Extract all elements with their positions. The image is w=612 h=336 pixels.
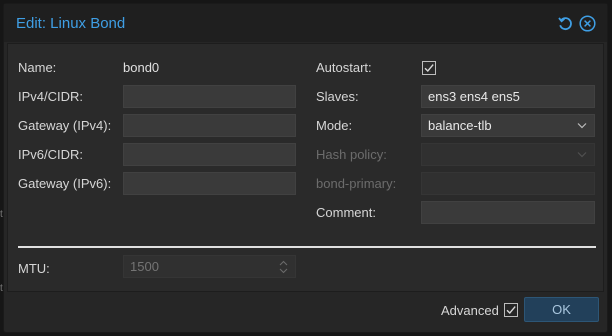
name-value: bond0 — [123, 60, 160, 75]
edit-linux-bond-dialog: Edit: Linux Bond Name: bond0 IPv4/CIDR: … — [3, 3, 608, 333]
slaves-input[interactable]: ens3 ens4 ens5 — [421, 85, 595, 108]
autostart-label: Autostart: — [316, 60, 372, 75]
dialog-titlebar: Edit: Linux Bond — [4, 4, 607, 42]
comment-input[interactable] — [421, 201, 595, 224]
name-label: Name: — [18, 60, 57, 75]
advanced-divider — [18, 246, 596, 248]
dialog-body: Name: bond0 IPv4/CIDR: Gateway (IPv4): I… — [7, 43, 604, 292]
ok-button[interactable]: OK — [524, 297, 599, 322]
mode-value: balance-tlb — [428, 118, 492, 133]
spinner-arrows-icon[interactable] — [279, 259, 288, 275]
mtu-input[interactable]: 1500 — [123, 255, 296, 278]
mtu-placeholder: 1500 — [130, 259, 159, 274]
gateway-ipv6-input[interactable] — [123, 172, 296, 195]
advanced-checkbox[interactable] — [504, 303, 518, 317]
dialog-title: Edit: Linux Bond — [16, 15, 126, 32]
close-icon[interactable] — [579, 15, 596, 32]
mode-select[interactable]: balance-tlb — [421, 114, 595, 137]
gateway-ipv4-input[interactable] — [123, 114, 296, 137]
hash-policy-select — [421, 143, 595, 166]
advanced-label: Advanced — [441, 303, 499, 318]
bond-primary-label: bond-primary: — [316, 176, 397, 191]
chevron-down-icon[interactable] — [577, 122, 587, 129]
ipv4-cidr-input[interactable] — [123, 85, 296, 108]
comment-label: Comment: — [316, 205, 376, 220]
autostart-checkbox[interactable] — [422, 61, 436, 75]
gateway-ipv4-label: Gateway (IPv4): — [18, 118, 112, 133]
ipv6-cidr-input[interactable] — [123, 143, 296, 166]
ipv6-cidr-label: IPv6/CIDR: — [18, 147, 84, 162]
ipv4-cidr-label: IPv4/CIDR: — [18, 89, 84, 104]
gateway-ipv6-label: Gateway (IPv6): — [18, 176, 112, 191]
bond-primary-input — [421, 172, 595, 195]
slaves-label: Slaves: — [316, 89, 359, 104]
chevron-down-icon — [577, 152, 587, 158]
hash-policy-label: Hash policy: — [316, 147, 387, 162]
reset-icon[interactable] — [557, 15, 574, 32]
mode-label: Mode: — [316, 118, 353, 133]
mtu-label: MTU: — [18, 261, 50, 276]
